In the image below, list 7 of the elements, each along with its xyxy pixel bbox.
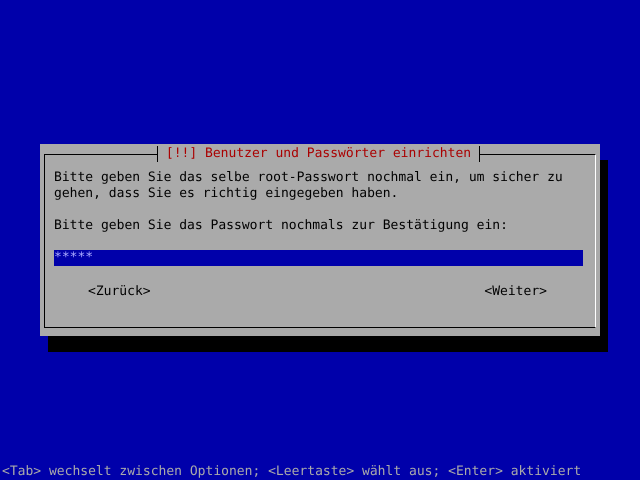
- message-text: Bitte geben Sie das selbe root-Passwort nochmal ein, um sicher zu gehen, dass Sie es richtig eingegeben haben.: [54, 170, 564, 202]
- prompt-text: Bitte geben Sie das Passwort nochmals zur Bestätigung ein:: [54, 218, 509, 234]
- status-hint-text: <Tab> wechselt zwischen Optionen; <Leertaste> wählt aus; <Enter> aktiviert: [1, 464, 582, 480]
- dialog-button[interactable]: <Weiter>: [484, 284, 547, 300]
- password-field[interactable]: *****: [54, 250, 583, 266]
- dialog-title: [!!] Benutzer und Passwörter einrichten: [156, 146, 480, 162]
- dialog-button[interactable]: <Zurück>: [88, 284, 151, 300]
